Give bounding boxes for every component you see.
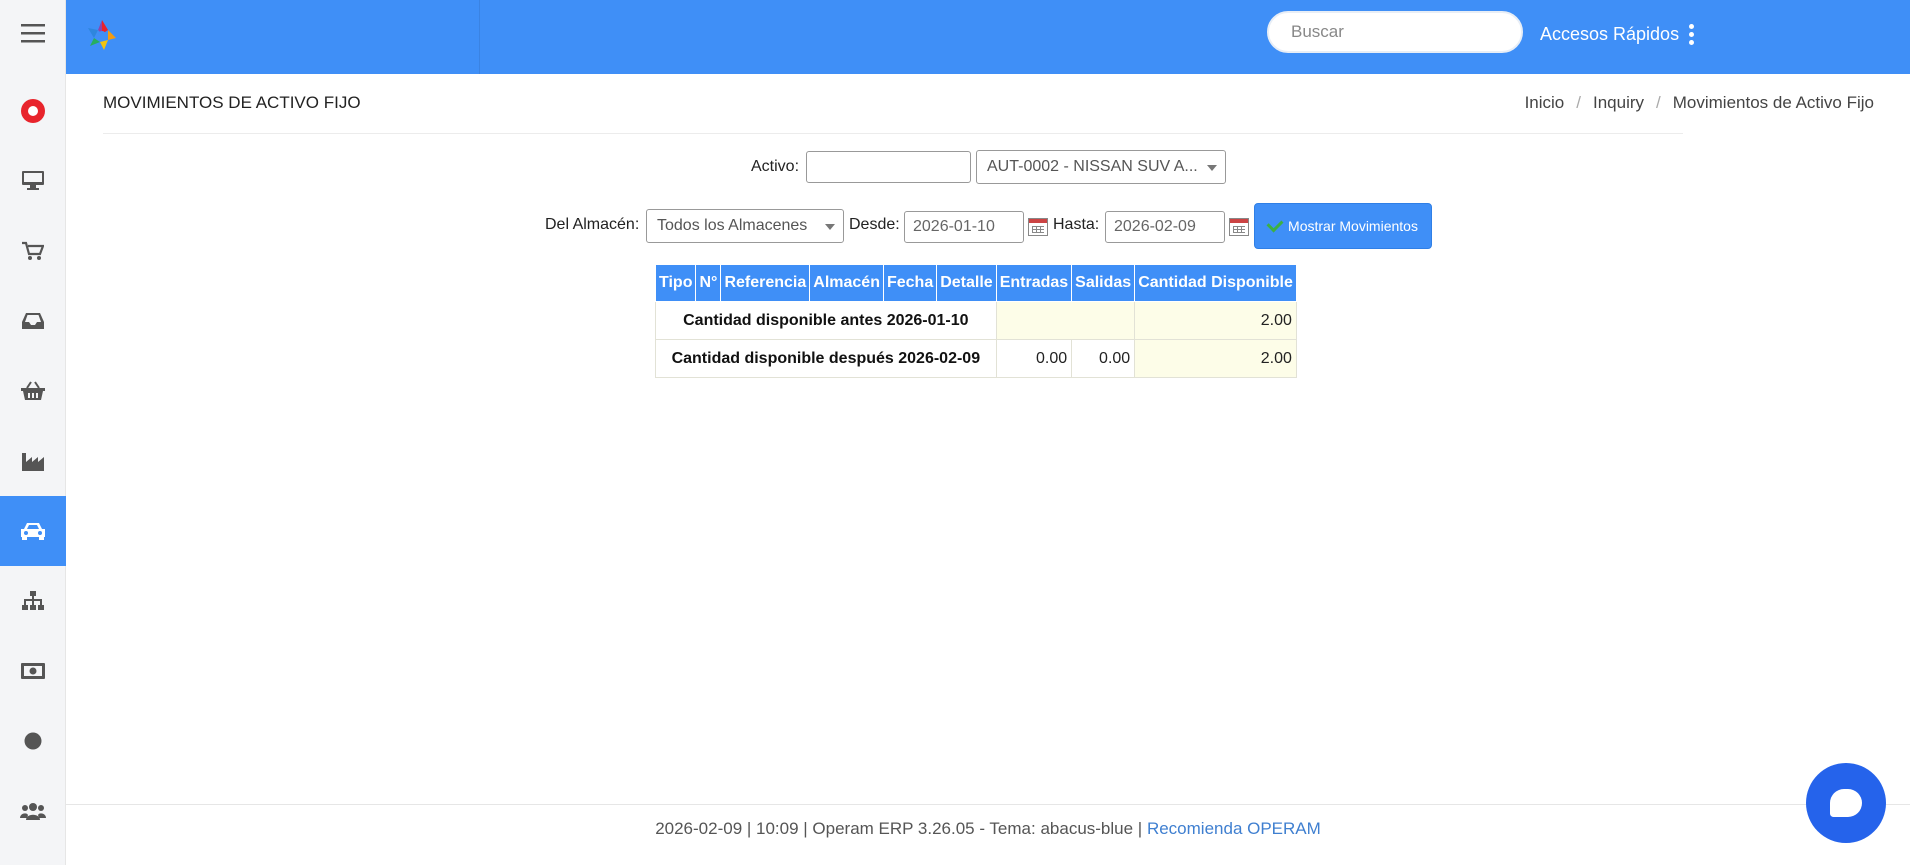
circle-icon[interactable] bbox=[0, 706, 66, 776]
chat-bubble-icon bbox=[1830, 789, 1862, 817]
after-label: Cantidad disponible después 2026-02-09 bbox=[655, 339, 997, 378]
top-bar: Accesos Rápidos bbox=[66, 0, 1910, 74]
breadcrumb-separator: / bbox=[1656, 93, 1661, 112]
col-detalle: Detalle bbox=[936, 264, 997, 302]
chevron-down-icon bbox=[1207, 165, 1217, 171]
before-label: Cantidad disponible antes 2026-01-10 bbox=[655, 301, 997, 340]
brand-icon[interactable] bbox=[0, 76, 66, 146]
after-qty: 2.00 bbox=[1134, 339, 1297, 378]
col-fecha: Fecha bbox=[882, 264, 938, 302]
after-entradas: 0.00 bbox=[995, 339, 1073, 378]
col-referencia: Referencia bbox=[720, 264, 811, 302]
quick-access-menu[interactable]: Accesos Rápidos bbox=[1540, 24, 1695, 45]
show-movements-label: Mostrar Movimientos bbox=[1288, 218, 1418, 234]
footer: 2026-02-09 | 10:09 | Operam ERP 3.26.05 … bbox=[66, 819, 1910, 839]
industry-icon[interactable] bbox=[0, 426, 66, 496]
search-input[interactable] bbox=[1267, 11, 1523, 53]
activo-label: Activo: bbox=[751, 158, 800, 175]
activo-select-value: AUT-0002 - NISSAN SUV A... bbox=[987, 158, 1198, 175]
col-cantidad-disponible: Cantidad Disponible bbox=[1134, 264, 1297, 302]
quick-access-label: Accesos Rápidos bbox=[1540, 24, 1680, 44]
col-numero: N° bbox=[695, 264, 722, 302]
vertical-dots-icon bbox=[1689, 24, 1695, 45]
users-icon[interactable] bbox=[0, 776, 66, 846]
check-icon bbox=[1266, 215, 1284, 233]
almacen-label: Del Almacén: bbox=[545, 216, 640, 233]
desktop-icon[interactable] bbox=[0, 146, 66, 216]
after-salidas: 0.00 bbox=[1071, 339, 1136, 378]
calendar-icon[interactable] bbox=[1028, 218, 1048, 236]
sidebar bbox=[0, 0, 66, 865]
basket-icon[interactable] bbox=[0, 356, 66, 426]
page-title: MOVIMIENTOS DE ACTIVO FIJO bbox=[103, 93, 361, 112]
breadcrumb-inicio[interactable]: Inicio bbox=[1525, 93, 1565, 113]
chevron-down-icon bbox=[825, 224, 835, 230]
header-divider bbox=[103, 133, 1683, 134]
calendar-icon[interactable] bbox=[1229, 218, 1249, 236]
money-icon[interactable] bbox=[0, 636, 66, 706]
col-salidas: Salidas bbox=[1071, 264, 1136, 302]
almacen-select[interactable]: Todos los Almacenes bbox=[646, 209, 844, 243]
col-tipo: Tipo bbox=[654, 264, 697, 302]
movements-table: Tipo N° Referencia Almacén Fecha Detalle… bbox=[654, 264, 1297, 378]
before-qty: 2.00 bbox=[1134, 301, 1297, 340]
breadcrumb-current: Movimientos de Activo Fijo bbox=[1672, 93, 1874, 112]
sitemap-icon[interactable] bbox=[0, 566, 66, 636]
chat-button[interactable] bbox=[1806, 763, 1886, 843]
menu-icon[interactable] bbox=[0, 0, 66, 66]
table-row-after: Cantidad disponible después 2026-02-09 0… bbox=[655, 339, 1297, 378]
col-entradas: Entradas bbox=[995, 264, 1073, 302]
recommend-link[interactable]: Recomienda OPERAM bbox=[1147, 819, 1321, 838]
car-icon[interactable] bbox=[0, 496, 66, 566]
topbar-divider bbox=[479, 0, 480, 74]
breadcrumb-separator: / bbox=[1576, 93, 1581, 112]
breadcrumb-inquiry[interactable]: Inquiry bbox=[1593, 93, 1644, 113]
activo-select[interactable]: AUT-0002 - NISSAN SUV A... bbox=[976, 150, 1226, 184]
almacen-select-value: Todos los Almacenes bbox=[657, 217, 808, 234]
hasta-label: Hasta: bbox=[1053, 216, 1100, 233]
hasta-date-input[interactable] bbox=[1105, 211, 1225, 243]
before-empty-cell bbox=[995, 301, 1136, 340]
app-logo[interactable] bbox=[82, 16, 122, 56]
cart-icon[interactable] bbox=[0, 216, 66, 286]
show-movements-button[interactable]: Mostrar Movimientos bbox=[1254, 203, 1432, 249]
table-header-row: Tipo N° Referencia Almacén Fecha Detalle… bbox=[654, 264, 1297, 302]
footer-text: 2026-02-09 | 10:09 | Operam ERP 3.26.05 … bbox=[655, 819, 1143, 838]
footer-divider bbox=[66, 804, 1910, 805]
desde-date-input[interactable] bbox=[904, 211, 1024, 243]
inbox-icon[interactable] bbox=[0, 286, 66, 356]
col-almacen: Almacén bbox=[809, 264, 884, 302]
desde-label: Desde: bbox=[849, 216, 900, 233]
activo-input[interactable] bbox=[806, 151, 971, 183]
table-row-before: Cantidad disponible antes 2026-01-10 2.0… bbox=[655, 301, 1297, 340]
breadcrumb: Inicio / Inquiry / Movimientos de Activo… bbox=[1525, 93, 1874, 113]
